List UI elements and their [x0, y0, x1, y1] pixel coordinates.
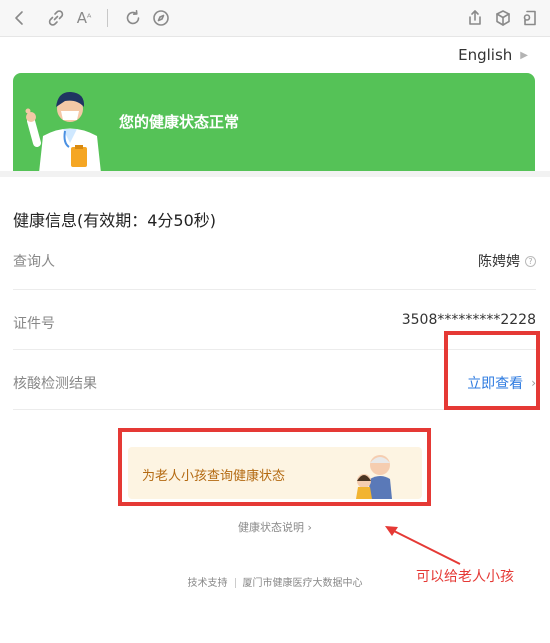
highlight-box — [444, 331, 540, 410]
health-info-title: 健康信息(有效期：4分50秒) — [13, 211, 217, 230]
back-icon[interactable] — [8, 6, 32, 30]
footer-provider: 厦门市健康医疗大数据中心 — [242, 578, 363, 589]
browser-toolbar: Aᴬ — [0, 0, 550, 37]
help-icon[interactable]: ? — [525, 255, 536, 267]
annotation-arrow — [385, 526, 461, 565]
font-size-icon[interactable]: Aᴬ — [72, 6, 96, 30]
language-switch[interactable]: English ▶ — [458, 46, 528, 64]
compass-icon[interactable] — [149, 6, 173, 30]
id-number: 3508*********2228 — [401, 312, 536, 328]
doctor-illustration — [25, 91, 101, 171]
row-label: 证件号 — [13, 316, 55, 332]
footer-divider — [234, 578, 236, 588]
footer-tech-support: 技术支持 — [187, 578, 228, 589]
requester-name: 陈娉娉 — [478, 254, 520, 270]
info-row-requester: 查询人 陈娉娉 ? — [13, 230, 536, 290]
link-icon[interactable] — [44, 6, 68, 30]
highlight-box — [118, 428, 431, 506]
row-label: 查询人 — [13, 254, 55, 270]
section-divider — [0, 171, 550, 177]
row-label: 核酸检测结果 — [13, 376, 97, 392]
toolbar-divider — [107, 9, 108, 27]
refresh-icon[interactable] — [121, 6, 145, 30]
banner-title: 您的健康状态正常 — [119, 113, 240, 131]
health-status-banner: 您的健康状态正常 — [13, 73, 535, 171]
row-value: 陈娉娉 ? — [478, 251, 536, 271]
annotation-text: 可以给老人小孩 — [416, 569, 514, 585]
language-label: English — [458, 46, 513, 64]
chevron-right-icon: ▶ — [520, 49, 528, 61]
share-icon[interactable] — [463, 6, 487, 30]
cube-icon[interactable] — [491, 6, 515, 30]
profile-icon[interactable] — [518, 6, 542, 30]
